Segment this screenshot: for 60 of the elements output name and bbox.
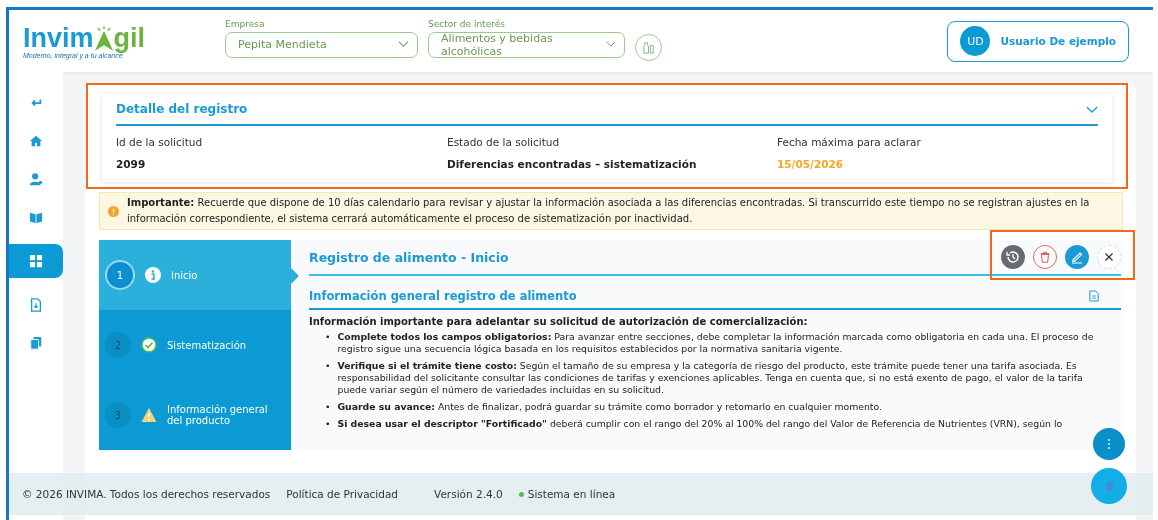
bullet-marker: • (325, 331, 331, 344)
warning-triangle-icon (141, 407, 157, 423)
bullet-marker: • (325, 401, 331, 413)
step-tab[interactable]: 2 Sistematización (99, 310, 291, 380)
bullet-text: Guarde su avance: Antes de finalizar, podrá guardar su trámite como borrador y retomarlo en cualquier momento. (337, 401, 883, 413)
chevron-down-icon (398, 41, 409, 48)
nav-item[interactable] (9, 244, 63, 278)
avatar: UD (960, 26, 991, 56)
field-label: Empresa (225, 18, 266, 29)
field-label: Fecha máxima para aclarar (777, 136, 922, 148)
chevron-down-icon[interactable] (1086, 105, 1098, 113)
field-label: Id de la solicitud (116, 136, 204, 148)
date-value: 15/05/2026 (777, 158, 845, 170)
bullet-text: Verifique si el trámite tiene costo: Según el tamaño de su empresa y la categoría de riesgo del producto, este trámite puede tener una tarifa asociada. Es responsabilidad del solicitante consultar las condiciones de tarifas y exenciones aplicables. Tenga en cuenta que, si no está exento de pago, el valor de la tarifa puede variar según el número de variedades incluidas en su solicitud. (337, 360, 1084, 396)
bullet-marker: • (325, 418, 331, 430)
alert-text: Importante: Recuerde que dispone de 10 días calendario para revisar y ajustar la información asociada a las diferencias encontradas. Si transcurrido este tiempo no se registran ajustes en la información correspondiente, el sistema cerrará automáticamente el proceso de sistematización por inactividad. (127, 196, 1091, 226)
grid-icon (29, 254, 43, 268)
step-number: 1 (105, 260, 135, 290)
section-title: Información general registro de alimento (309, 289, 577, 303)
user-button[interactable]: UD Usuario De ejemplo (947, 20, 1129, 62)
chevron-down-icon (606, 41, 616, 48)
field-value: Diferencias encontradas – sistematización (447, 158, 698, 170)
trash-icon (1038, 250, 1052, 264)
history-button[interactable] (1001, 245, 1025, 269)
user-icon (29, 172, 43, 186)
field-value: 2099 (116, 158, 147, 170)
warning-icon (108, 205, 119, 217)
select-field[interactable]: Alimentos y bebidas alcohólicas (428, 31, 625, 58)
panel-title: Registro de alimento - Inicio (309, 249, 509, 265)
close-button[interactable] (1097, 245, 1121, 269)
status-text: Sistema en línea (527, 488, 616, 500)
edit-button[interactable] (1065, 245, 1089, 269)
privacy-link[interactable]: Política de Privacidad (286, 488, 399, 500)
info-icon (145, 267, 161, 283)
field-label: Estado de la solicitud (447, 136, 561, 148)
bullet-text: Complete todos los campos obligatorios: Para avanzar entre secciones, debe completar la información marcada como obligatoria en cada una. El proceso de registro sigue una secuencia lógica basada en los requisitos establecidos por la normativa sanitaria vigente. (337, 331, 1095, 355)
delete-button[interactable] (1033, 245, 1057, 269)
field-label: Sector de interés (428, 18, 506, 29)
version-text: Versión 2.4.0 (434, 488, 503, 500)
bullet-text: Si desea usar el descriptor "Fortificado" deberá cumplir con el rango del 20% al 100% del rango del Valor de Referencia de Nutrientes (VRN), según lo (337, 418, 1064, 430)
bottles-button[interactable] (635, 33, 662, 61)
logo-wordmark: Invim gil (23, 23, 146, 52)
book-icon (29, 210, 43, 224)
copyright-text: © 2026 INVIMA. Todos los derechos reservados (22, 488, 271, 500)
check-circle-icon (141, 337, 157, 353)
home-icon (29, 134, 43, 148)
step-number: 2 (105, 332, 131, 358)
history-icon (1005, 249, 1021, 265)
step-tab[interactable]: 3 Información general del producto (99, 380, 291, 450)
peak-icon (93, 23, 114, 52)
intro-text: Información importante para adelantar su solicitud de autorización de comercialización: (309, 316, 809, 327)
bottles-icon (641, 39, 656, 55)
bullet-marker: • (325, 360, 331, 373)
select-field[interactable]: Pepita Mendieta (225, 31, 418, 58)
document-icon[interactable] (1089, 290, 1099, 302)
file-download-icon (29, 298, 43, 312)
step-number: 3 (105, 402, 131, 428)
section-title: Detalle del registro (116, 102, 248, 116)
more-icon (1107, 438, 1111, 450)
documents-icon (29, 336, 43, 350)
